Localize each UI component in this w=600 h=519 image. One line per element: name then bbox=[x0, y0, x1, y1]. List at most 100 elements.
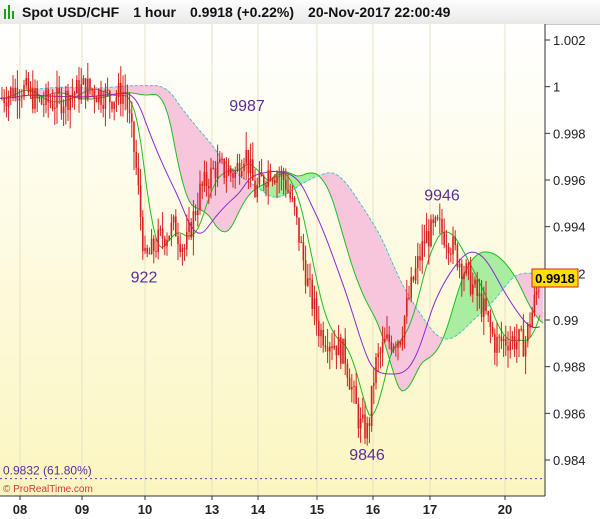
candle-body bbox=[406, 297, 408, 317]
candle-body bbox=[212, 167, 214, 169]
candle-body bbox=[164, 238, 166, 247]
candle-body bbox=[414, 268, 417, 281]
candle-body bbox=[177, 236, 179, 245]
candle-body bbox=[249, 159, 252, 174]
candle-body bbox=[89, 78, 91, 90]
candle-body bbox=[201, 183, 203, 186]
candle-body bbox=[102, 105, 104, 109]
candle-body bbox=[518, 329, 520, 342]
price-axis[interactable]: 1.00210.9980.9960.9940.9920.990.9880.986… bbox=[545, 33, 586, 468]
candle-body bbox=[45, 89, 47, 106]
cloud-segment bbox=[491, 252, 496, 303]
candle-body bbox=[531, 312, 533, 328]
candle-body bbox=[150, 238, 153, 255]
watermark: © ProRealTime.com bbox=[3, 484, 93, 495]
candle-body bbox=[533, 294, 536, 313]
candle-body bbox=[82, 78, 85, 85]
candle-body bbox=[194, 211, 197, 216]
candle-body bbox=[425, 231, 428, 244]
candle-body bbox=[40, 98, 43, 105]
price-tick-label: 0.998 bbox=[553, 126, 586, 141]
candle-body bbox=[384, 338, 386, 342]
candle-body bbox=[496, 336, 498, 353]
candle-body bbox=[80, 84, 82, 100]
candle-body bbox=[210, 167, 212, 189]
candle-body bbox=[133, 122, 135, 152]
cloud-segment bbox=[182, 109, 187, 194]
candle-body bbox=[109, 91, 111, 103]
candle-body bbox=[65, 90, 67, 107]
candle-body bbox=[388, 334, 390, 343]
swing-annotation: 922 bbox=[131, 270, 158, 287]
candle-body bbox=[280, 172, 283, 177]
candle-body bbox=[168, 235, 170, 240]
candle-body bbox=[153, 238, 155, 252]
candle-body bbox=[34, 88, 36, 109]
fib-level-label: 0.9832 (61.80%) bbox=[3, 464, 92, 478]
cloud-segment bbox=[152, 85, 157, 95]
cloud-segment bbox=[395, 270, 400, 388]
candle-body bbox=[291, 198, 294, 200]
price-tick-label: 1.002 bbox=[553, 33, 586, 48]
candle-body bbox=[320, 329, 322, 337]
candle-body bbox=[188, 221, 190, 233]
cloud-segment bbox=[218, 154, 223, 232]
candle-body bbox=[179, 244, 181, 252]
candle-body bbox=[5, 103, 8, 107]
swing-annotation: 9846 bbox=[349, 447, 385, 464]
candle-body bbox=[355, 386, 357, 404]
candle-body bbox=[67, 90, 69, 110]
cloud-segment bbox=[488, 251, 493, 306]
cloud-segment bbox=[200, 131, 205, 213]
candle-body bbox=[51, 103, 54, 109]
candle-body bbox=[192, 211, 195, 238]
last-price: 0.9918 bbox=[190, 4, 233, 20]
candle-body bbox=[256, 184, 258, 197]
candle-body bbox=[381, 341, 384, 353]
candle-body bbox=[100, 89, 102, 106]
candle-body bbox=[18, 97, 21, 101]
cloud-segment bbox=[380, 237, 385, 342]
candle-body bbox=[243, 163, 245, 172]
candle-body bbox=[348, 377, 351, 390]
candle-body bbox=[359, 418, 362, 429]
time-tick-label: 10 bbox=[138, 502, 152, 517]
cloud-segment bbox=[359, 202, 364, 295]
candle-body bbox=[3, 97, 5, 104]
cloud-segment bbox=[428, 325, 433, 359]
candle-body bbox=[254, 180, 256, 197]
chart-header: Spot USD/CHF 1 hour 0.9918 (+0.22%) 20-N… bbox=[0, 0, 600, 25]
candle-body bbox=[520, 328, 522, 330]
cloud-segment bbox=[137, 85, 142, 95]
candle-body bbox=[346, 363, 349, 378]
candle-body bbox=[489, 315, 492, 328]
candle-body bbox=[27, 78, 30, 93]
cloud-segment bbox=[398, 277, 403, 392]
candle-body bbox=[538, 290, 540, 292]
candle-body bbox=[93, 90, 96, 99]
candle-body bbox=[419, 256, 421, 261]
candle-body bbox=[117, 82, 120, 98]
candle-body bbox=[161, 228, 164, 239]
candle-body bbox=[247, 149, 250, 174]
time-axis[interactable]: 08 09 10 13 14 15 16 17 20 bbox=[13, 496, 512, 517]
candle-body bbox=[190, 221, 192, 238]
candle-body bbox=[322, 329, 324, 346]
candle-body bbox=[1, 97, 3, 99]
time-tick-label: 20 bbox=[498, 502, 512, 517]
candle-body bbox=[340, 337, 342, 364]
cloud-segment bbox=[347, 184, 352, 263]
cloud-segment bbox=[431, 329, 436, 357]
swing-annotation: 9946 bbox=[424, 188, 460, 205]
candle-body bbox=[386, 334, 388, 339]
candle-body bbox=[234, 170, 236, 178]
price-chart[interactable]: 1.00210.9980.9960.9940.9920.990.9880.986… bbox=[0, 24, 600, 519]
candle-body bbox=[465, 263, 467, 274]
cloud-segment bbox=[185, 112, 190, 201]
cloud-segment bbox=[422, 316, 427, 363]
candle-body bbox=[263, 176, 265, 186]
candle-body bbox=[32, 87, 34, 109]
candle-body bbox=[505, 338, 507, 346]
candle-body bbox=[87, 78, 89, 99]
candle-body bbox=[390, 342, 393, 351]
